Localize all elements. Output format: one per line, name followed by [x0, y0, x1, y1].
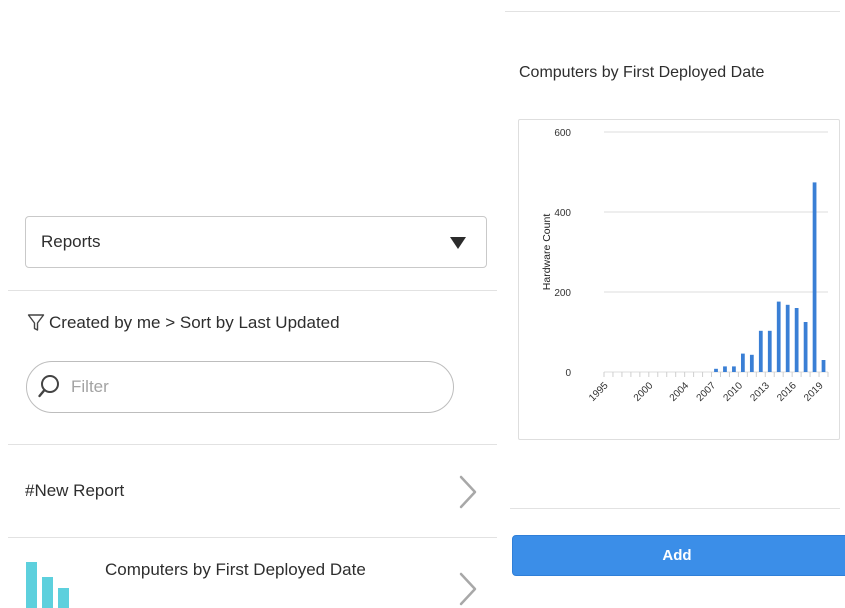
- bar: [785, 304, 790, 372]
- bar: [740, 353, 745, 372]
- funnel-icon: [27, 314, 45, 331]
- report-type-select[interactable]: Reports: [25, 216, 487, 268]
- chevron-right-icon: [459, 572, 477, 606]
- report-list-panel: Reports Created by me > Sort by Last Upd…: [0, 0, 497, 608]
- section-divider: [505, 11, 840, 12]
- bar: [812, 182, 817, 372]
- bar-chart: 0 200 400 600 1995 2000 2004 2007 2010 2013 2016 20…: [541, 128, 829, 404]
- list-item-label: #New Report: [25, 481, 125, 500]
- y-tick-label: 600: [554, 128, 571, 139]
- x-tick-label: 2016: [775, 380, 799, 404]
- section-divider: [8, 290, 497, 291]
- y-tick-label: 0: [565, 368, 571, 379]
- filter-breadcrumb[interactable]: Created by me > Sort by Last Updated: [27, 310, 340, 336]
- x-tick-label: 2010: [721, 380, 745, 404]
- bar: [821, 360, 826, 372]
- search-box[interactable]: [26, 361, 454, 413]
- bar-chart-icon: [26, 562, 69, 608]
- report-type-select-value: Reports: [41, 232, 101, 251]
- report-preview-panel: Computers by First Deployed Date 0 200 400…: [505, 0, 845, 608]
- bar: [749, 354, 754, 372]
- bar: [767, 330, 772, 372]
- preview-title: Computers by First Deployed Date: [519, 64, 765, 81]
- search-input[interactable]: [71, 377, 431, 397]
- y-tick-label: 200: [554, 288, 571, 299]
- bar: [803, 322, 808, 372]
- x-tick-label: 2019: [802, 380, 826, 404]
- y-axis-label: Hardware Count: [541, 214, 553, 291]
- list-item-report[interactable]: Computers by First Deployed Date: [8, 537, 497, 608]
- section-divider: [510, 508, 840, 509]
- list-item-label: Computers by First Deployed Date: [105, 560, 366, 579]
- bar: [794, 308, 799, 372]
- caret-down-icon: [450, 237, 466, 249]
- x-tick-label: 2007: [695, 380, 719, 404]
- bar: [714, 368, 718, 372]
- x-tick-label: 2004: [668, 380, 692, 404]
- search-icon: [38, 375, 59, 398]
- bar: [723, 366, 727, 372]
- filter-breadcrumb-text: Created by me > Sort by Last Updated: [49, 313, 340, 332]
- chart-container: 0 200 400 600 1995 2000 2004 2007 2010 2013 2016 20…: [518, 119, 840, 440]
- x-tick-label: 2013: [748, 380, 772, 404]
- list-item-new-report[interactable]: #New Report: [8, 445, 497, 537]
- x-tick-label: 2000: [632, 380, 656, 404]
- x-tick-label: 1995: [587, 380, 611, 404]
- bar: [758, 330, 763, 372]
- bar: [776, 301, 781, 372]
- y-tick-label: 400: [554, 208, 571, 219]
- chevron-right-icon: [459, 475, 477, 509]
- bar: [732, 366, 736, 372]
- add-button[interactable]: Add: [512, 535, 845, 576]
